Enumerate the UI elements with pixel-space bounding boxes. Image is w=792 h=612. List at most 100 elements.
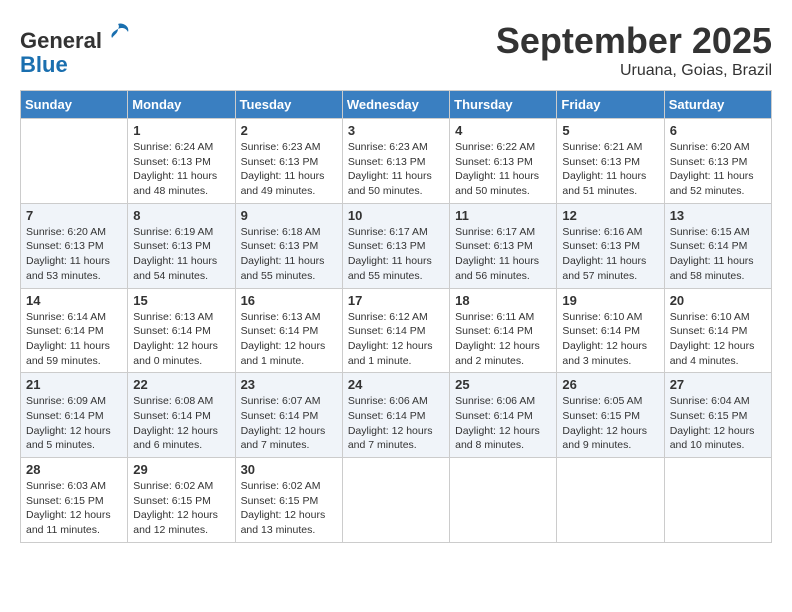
logo-general: General [20,28,102,53]
calendar-cell: 6 Sunrise: 6:20 AM Sunset: 6:13 PM Daylig… [664,119,771,204]
day-number: 23 [241,377,337,392]
calendar-cell: 3 Sunrise: 6:23 AM Sunset: 6:13 PM Daylig… [342,119,449,204]
day-number: 12 [562,208,658,223]
calendar-cell: 26 Sunrise: 6:05 AM Sunset: 6:15 PM Dayli… [557,373,664,458]
calendar-week-5: 28 Sunrise: 6:03 AM Sunset: 6:15 PM Dayli… [21,458,772,543]
calendar-header-row: SundayMondayTuesdayWednesdayThursdayFrid… [21,91,772,119]
calendar-cell: 27 Sunrise: 6:04 AM Sunset: 6:15 PM Dayli… [664,373,771,458]
month-title: September 2025 [496,20,772,62]
calendar-week-1: 1Sunrise: 6:24 AM Sunset: 6:13 PM Daylig… [21,119,772,204]
header-saturday: Saturday [664,91,771,119]
day-number: 26 [562,377,658,392]
day-info: Sunrise: 6:07 AM Sunset: 6:14 PM Dayligh… [241,394,337,453]
logo: General Blue [20,20,132,77]
day-info: Sunrise: 6:18 AM Sunset: 6:13 PM Dayligh… [241,225,337,284]
day-info: Sunrise: 6:05 AM Sunset: 6:15 PM Dayligh… [562,394,658,453]
day-info: Sunrise: 6:02 AM Sunset: 6:15 PM Dayligh… [241,479,337,538]
day-number: 14 [26,293,122,308]
day-number: 20 [670,293,766,308]
header-sunday: Sunday [21,91,128,119]
calendar-week-3: 14 Sunrise: 6:14 AM Sunset: 6:14 PM Dayli… [21,288,772,373]
page-header: General Blue September 2025 Uruana, Goia… [20,20,772,80]
logo-text-block: General Blue [20,20,132,77]
calendar-week-4: 21 Sunrise: 6:09 AM Sunset: 6:14 PM Dayli… [21,373,772,458]
day-info: Sunrise: 6:10 AM Sunset: 6:14 PM Dayligh… [562,310,658,369]
day-number: 1 [133,123,229,138]
day-info: Sunrise: 6:09 AM Sunset: 6:14 PM Dayligh… [26,394,122,453]
calendar-cell: 24 Sunrise: 6:06 AM Sunset: 6:14 PM Dayli… [342,373,449,458]
calendar-cell [450,458,557,543]
day-number: 19 [562,293,658,308]
header-tuesday: Tuesday [235,91,342,119]
day-number: 5 [562,123,658,138]
day-info: Sunrise: 6:11 AM Sunset: 6:14 PM Dayligh… [455,310,551,369]
calendar-cell: 19 Sunrise: 6:10 AM Sunset: 6:14 PM Dayli… [557,288,664,373]
calendar-cell: 1Sunrise: 6:24 AM Sunset: 6:13 PM Daylig… [128,119,235,204]
day-info: Sunrise: 6:06 AM Sunset: 6:14 PM Dayligh… [348,394,444,453]
day-info: Sunrise: 6:22 AM Sunset: 6:13 PM Dayligh… [455,140,551,199]
day-number: 13 [670,208,766,223]
calendar-cell: 2Sunrise: 6:23 AM Sunset: 6:13 PM Daylig… [235,119,342,204]
calendar-cell: 28 Sunrise: 6:03 AM Sunset: 6:15 PM Dayli… [21,458,128,543]
day-number: 21 [26,377,122,392]
header-friday: Friday [557,91,664,119]
calendar-table: SundayMondayTuesdayWednesdayThursdayFrid… [20,90,772,543]
header-thursday: Thursday [450,91,557,119]
day-info: Sunrise: 6:03 AM Sunset: 6:15 PM Dayligh… [26,479,122,538]
calendar-cell [557,458,664,543]
day-info: Sunrise: 6:17 AM Sunset: 6:13 PM Dayligh… [348,225,444,284]
calendar-cell: 11 Sunrise: 6:17 AM Sunset: 6:13 PM Dayli… [450,203,557,288]
day-info: Sunrise: 6:13 AM Sunset: 6:14 PM Dayligh… [133,310,229,369]
calendar-cell [21,119,128,204]
header-wednesday: Wednesday [342,91,449,119]
calendar-cell: 18Sunrise: 6:11 AM Sunset: 6:14 PM Dayli… [450,288,557,373]
day-number: 24 [348,377,444,392]
calendar-cell: 14 Sunrise: 6:14 AM Sunset: 6:14 PM Dayli… [21,288,128,373]
day-number: 16 [241,293,337,308]
calendar-cell: 17Sunrise: 6:12 AM Sunset: 6:14 PM Dayli… [342,288,449,373]
logo-blue: Blue [20,52,68,77]
calendar-cell: 29 Sunrise: 6:02 AM Sunset: 6:15 PM Dayli… [128,458,235,543]
day-info: Sunrise: 6:15 AM Sunset: 6:14 PM Dayligh… [670,225,766,284]
day-info: Sunrise: 6:20 AM Sunset: 6:13 PM Dayligh… [26,225,122,284]
day-number: 4 [455,123,551,138]
day-info: Sunrise: 6:19 AM Sunset: 6:13 PM Dayligh… [133,225,229,284]
calendar-cell: 7 Sunrise: 6:20 AM Sunset: 6:13 PM Daylig… [21,203,128,288]
day-number: 28 [26,462,122,477]
calendar-cell: 9 Sunrise: 6:18 AM Sunset: 6:13 PM Daylig… [235,203,342,288]
calendar-cell: 22Sunrise: 6:08 AM Sunset: 6:14 PM Dayli… [128,373,235,458]
day-info: Sunrise: 6:04 AM Sunset: 6:15 PM Dayligh… [670,394,766,453]
calendar-cell: 13 Sunrise: 6:15 AM Sunset: 6:14 PM Dayli… [664,203,771,288]
day-number: 29 [133,462,229,477]
day-number: 22 [133,377,229,392]
day-info: Sunrise: 6:20 AM Sunset: 6:13 PM Dayligh… [670,140,766,199]
title-block: September 2025 Uruana, Goias, Brazil [496,20,772,80]
day-info: Sunrise: 6:21 AM Sunset: 6:13 PM Dayligh… [562,140,658,199]
calendar-cell: 10Sunrise: 6:17 AM Sunset: 6:13 PM Dayli… [342,203,449,288]
day-info: Sunrise: 6:02 AM Sunset: 6:15 PM Dayligh… [133,479,229,538]
day-number: 7 [26,208,122,223]
day-number: 3 [348,123,444,138]
day-number: 6 [670,123,766,138]
day-info: Sunrise: 6:06 AM Sunset: 6:14 PM Dayligh… [455,394,551,453]
day-info: Sunrise: 6:13 AM Sunset: 6:14 PM Dayligh… [241,310,337,369]
day-number: 27 [670,377,766,392]
day-info: Sunrise: 6:17 AM Sunset: 6:13 PM Dayligh… [455,225,551,284]
calendar-cell: 30Sunrise: 6:02 AM Sunset: 6:15 PM Dayli… [235,458,342,543]
calendar-cell: 21 Sunrise: 6:09 AM Sunset: 6:14 PM Dayli… [21,373,128,458]
day-number: 8 [133,208,229,223]
day-info: Sunrise: 6:23 AM Sunset: 6:13 PM Dayligh… [348,140,444,199]
day-info: Sunrise: 6:14 AM Sunset: 6:14 PM Dayligh… [26,310,122,369]
day-number: 11 [455,208,551,223]
calendar-cell [342,458,449,543]
day-info: Sunrise: 6:23 AM Sunset: 6:13 PM Dayligh… [241,140,337,199]
calendar-cell: 5 Sunrise: 6:21 AM Sunset: 6:13 PM Daylig… [557,119,664,204]
calendar-cell: 20 Sunrise: 6:10 AM Sunset: 6:14 PM Dayli… [664,288,771,373]
day-info: Sunrise: 6:10 AM Sunset: 6:14 PM Dayligh… [670,310,766,369]
calendar-cell [664,458,771,543]
calendar-cell: 4 Sunrise: 6:22 AM Sunset: 6:13 PM Daylig… [450,119,557,204]
day-number: 15 [133,293,229,308]
calendar-cell: 8 Sunrise: 6:19 AM Sunset: 6:13 PM Daylig… [128,203,235,288]
day-number: 9 [241,208,337,223]
calendar-week-2: 7 Sunrise: 6:20 AM Sunset: 6:13 PM Daylig… [21,203,772,288]
